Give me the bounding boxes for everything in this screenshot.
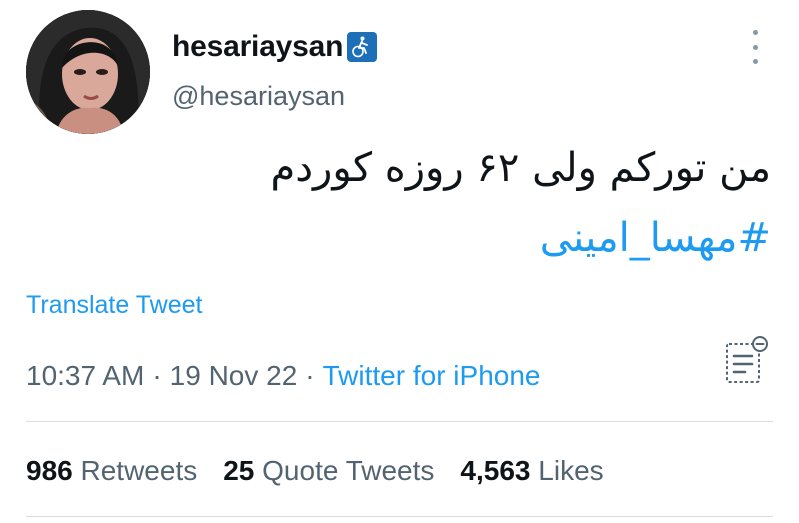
display-name-row: hesariaysan [172,28,378,66]
analytics-icon[interactable] [723,334,773,386]
separator: · [305,360,315,391]
retweets-stat[interactable]: 986 Retweets [26,451,197,491]
tweet-time[interactable]: 10:37 AM [26,360,144,391]
tweet-source-link[interactable]: Twitter for iPhone [323,360,541,391]
tweet-text: من تورکم ولی ۶۲ روزه کوردم [270,145,771,191]
more-options-dot [752,30,758,35]
quote-tweets-stat[interactable]: 25 Quote Tweets [223,451,434,491]
user-handle[interactable]: @hesariaysan [172,80,345,112]
likes-count: 4,563 [460,455,531,486]
avatar[interactable] [26,10,150,134]
avatar-image [26,10,150,134]
likes-label: Likes [538,455,604,486]
likes-stat[interactable]: 4,563 Likes [460,451,603,491]
retweets-count: 986 [26,455,73,486]
separator: · [152,360,162,391]
translate-tweet-link[interactable]: Translate Tweet [26,288,202,322]
display-name[interactable]: hesariaysan [172,28,343,66]
quote-tweets-count: 25 [223,455,255,486]
more-options-dot [752,44,758,50]
retweets-label: Retweets [80,455,198,486]
divider [26,516,773,517]
divider [26,421,773,422]
engagement-stats: 986 Retweets 25 Quote Tweets 4,563 Likes [26,451,604,491]
more-options-icon[interactable] [745,30,765,64]
hashtag-link[interactable]: #مهسا_امینی [540,208,771,268]
accessibility-bicycle-icon [347,32,378,62]
quote-tweets-label: Quote Tweets [262,455,435,486]
more-options-dot [752,59,758,64]
tweet-date[interactable]: 19 Nov 22 [170,360,298,391]
tweet-meta: 10:37 AM · 19 Nov 22 · Twitter for iPhone [26,356,540,396]
